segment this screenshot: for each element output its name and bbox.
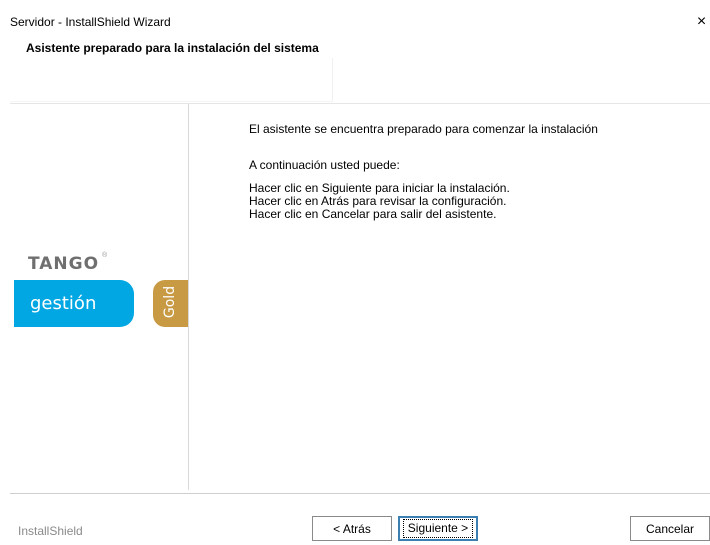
product-badge: gestión [14,280,134,327]
installshield-brand: InstallShield [18,524,83,538]
back-button[interactable]: < Atrás [312,516,392,541]
footer-divider [10,493,710,494]
window-title: Servidor - InstallShield Wizard [10,15,171,29]
next-button[interactable]: Siguiente > [398,516,478,541]
wizard-header: Asistente preparado para la instalación … [10,30,710,102]
registered-mark: ® [102,252,108,259]
tango-logo: TANGO [28,254,100,274]
edition-name: Gold [162,285,178,319]
close-icon[interactable]: × [693,12,710,32]
title-bar: Servidor - InstallShield Wizard × [0,0,710,30]
next-button-label: Siguiente > [402,519,474,538]
intro-text: El asistente se encuentra preparado para… [249,122,598,136]
instruction-next: Hacer clic en Siguiente para iniciar la … [249,181,510,195]
cancel-button[interactable]: Cancelar [630,516,710,541]
header-banner-area [10,58,333,102]
instruction-cancel: Hacer clic en Cancelar para salir del as… [249,207,497,221]
product-name: gestión [30,293,97,314]
page-title: Asistente preparado para la instalación … [26,41,319,55]
edition-badge: Gold [153,280,188,327]
instruction-back: Hacer clic en Atrás para revisar la conf… [249,194,507,208]
subhead-text: A continuación usted puede: [249,158,400,172]
branding-panel: TANGO ® gestión Gold [10,104,189,490]
